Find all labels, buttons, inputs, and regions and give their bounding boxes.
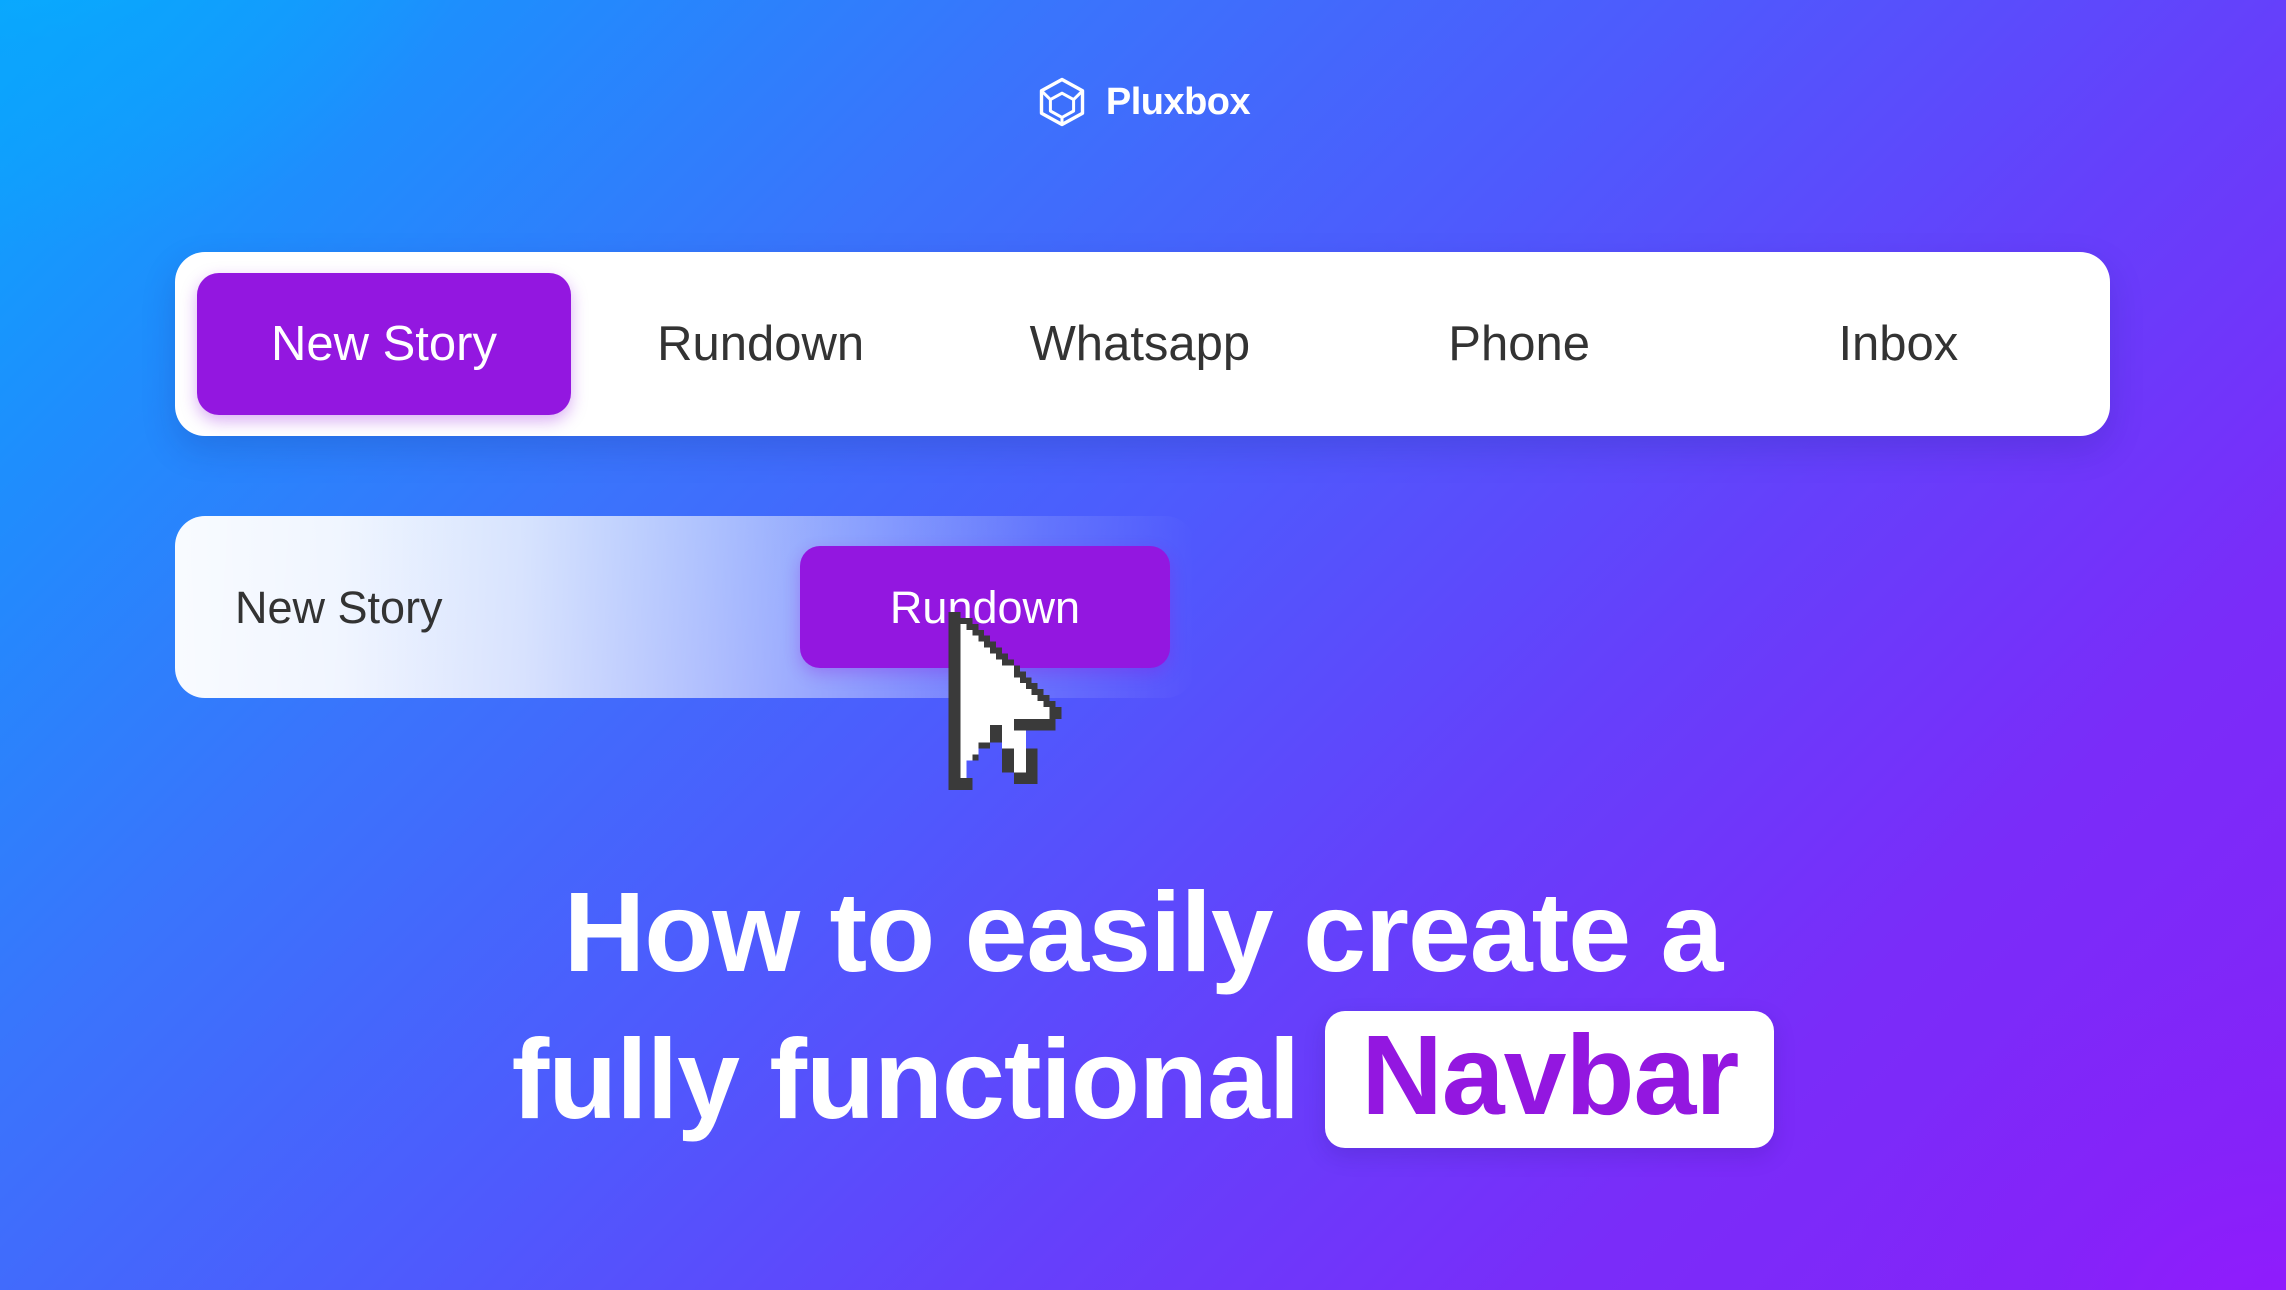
headline-line-1: How to easily create a	[563, 869, 1724, 995]
nav-item-rundown[interactable]: Rundown	[571, 319, 950, 369]
secondary-navbar: New Story Rundown	[175, 516, 1195, 698]
main-navbar: New Story Rundown Whatsapp Phone Inbox	[175, 252, 2110, 436]
poster-canvas: Pluxbox New Story Rundown Whatsapp Phone…	[0, 0, 2286, 1290]
nav-item-new-story[interactable]: New Story	[197, 273, 571, 415]
headline-line-2: fully functional Navbar	[0, 1011, 2286, 1148]
cube-icon	[1036, 76, 1088, 128]
brand-name: Pluxbox	[1105, 81, 1251, 123]
nav-item-phone[interactable]: Phone	[1330, 319, 1709, 369]
brand-logo: Pluxbox	[0, 76, 2286, 128]
nav-item-whatsapp[interactable]: Whatsapp	[950, 319, 1329, 369]
headline-line-2-text: fully functional	[511, 1016, 1301, 1142]
nav-item-inbox[interactable]: Inbox	[1709, 319, 2088, 369]
headline-badge-navbar: Navbar	[1325, 1011, 1775, 1148]
subnav-item-rundown[interactable]: Rundown	[800, 546, 1170, 668]
page-title: How to easily create a fully functional …	[0, 876, 2286, 1148]
subnav-item-new-story[interactable]: New Story	[235, 585, 443, 630]
